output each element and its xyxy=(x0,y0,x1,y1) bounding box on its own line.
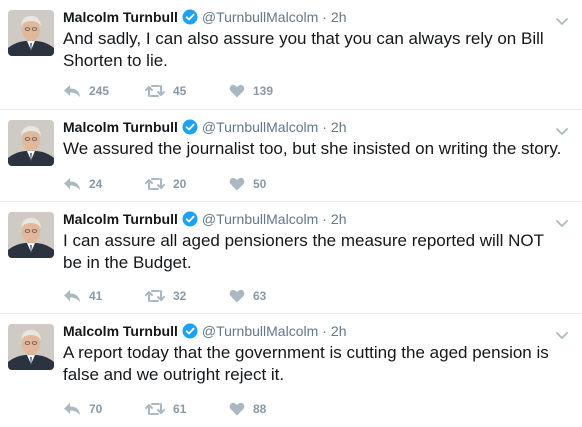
reply-icon xyxy=(63,402,81,416)
like-count: 139 xyxy=(253,84,274,98)
tweet-text: I can assure all aged pensioners the mea… xyxy=(63,231,544,272)
verified-badge-icon xyxy=(182,119,198,139)
like-count: 63 xyxy=(253,289,267,303)
heart-icon xyxy=(229,402,245,416)
avatar[interactable] xyxy=(8,10,54,56)
like-button[interactable]: 50 xyxy=(229,175,266,193)
like-button[interactable]: 139 xyxy=(229,82,273,100)
retweet-count: 32 xyxy=(173,289,187,303)
retweet-count: 45 xyxy=(173,84,187,98)
separator-dot: · xyxy=(322,119,327,135)
heart-icon xyxy=(229,177,245,191)
separator-dot: · xyxy=(322,211,327,227)
retweet-button[interactable]: 20 xyxy=(145,175,186,193)
tweet[interactable]: Malcolm Turnbull @TurnbullMalcolm · 2h We a… xyxy=(0,110,582,202)
tweet[interactable]: Malcolm Turnbull @TurnbullMalcolm · 2h I ca… xyxy=(0,202,582,314)
reply-count: 24 xyxy=(89,177,103,191)
heart-icon xyxy=(229,84,245,98)
heart-icon xyxy=(229,289,245,303)
tweet-header: Malcolm Turnbull @TurnbullMalcolm · 2h xyxy=(63,8,347,26)
reply-button[interactable]: 245 xyxy=(63,82,109,100)
reply-count: 245 xyxy=(89,84,110,98)
retweet-button[interactable]: 32 xyxy=(145,287,186,305)
reply-icon xyxy=(63,84,81,98)
like-count: 88 xyxy=(253,402,267,416)
retweet-icon xyxy=(145,402,165,416)
tweet[interactable]: Malcolm Turnbull @TurnbullMalcolm · 2h A re… xyxy=(0,314,582,427)
retweet-count: 20 xyxy=(173,177,187,191)
tweet-timeline: Malcolm Turnbull @TurnbullMalcolm · 2h And … xyxy=(0,0,582,427)
tweet-text: And sadly, I can also assure you that yo… xyxy=(63,29,544,70)
verified-badge-icon xyxy=(182,323,198,343)
author-name[interactable]: Malcolm Turnbull xyxy=(63,323,178,339)
reply-button[interactable]: 41 xyxy=(63,287,102,305)
retweet-icon xyxy=(145,289,165,303)
reply-button[interactable]: 70 xyxy=(63,400,102,418)
retweet-icon xyxy=(145,177,165,191)
verified-badge-icon xyxy=(182,211,198,231)
tweet-header: Malcolm Turnbull @TurnbullMalcolm · 2h xyxy=(63,210,347,228)
timestamp[interactable]: 2h xyxy=(331,323,347,339)
reply-count: 70 xyxy=(89,402,103,416)
tweet-text: We assured the journalist too, but she i… xyxy=(63,139,562,158)
author-handle[interactable]: @TurnbullMalcolm xyxy=(202,9,318,25)
tweet[interactable]: Malcolm Turnbull @TurnbullMalcolm · 2h And … xyxy=(0,0,582,110)
author-name[interactable]: Malcolm Turnbull xyxy=(63,211,178,227)
reply-icon xyxy=(63,289,81,303)
avatar[interactable] xyxy=(8,120,54,166)
timestamp[interactable]: 2h xyxy=(331,211,347,227)
like-count: 50 xyxy=(253,177,267,191)
separator-dot: · xyxy=(322,323,327,339)
reply-button[interactable]: 24 xyxy=(63,175,102,193)
retweet-button[interactable]: 61 xyxy=(145,400,186,418)
author-handle[interactable]: @TurnbullMalcolm xyxy=(202,211,318,227)
tweet-text: A report today that the government is cu… xyxy=(63,343,549,384)
author-handle[interactable]: @TurnbullMalcolm xyxy=(202,119,318,135)
tweet-header: Malcolm Turnbull @TurnbullMalcolm · 2h xyxy=(63,322,347,340)
avatar[interactable] xyxy=(8,324,54,370)
reply-icon xyxy=(63,177,81,191)
verified-badge-icon xyxy=(182,9,198,29)
avatar[interactable] xyxy=(8,212,54,258)
author-name[interactable]: Malcolm Turnbull xyxy=(63,119,178,135)
like-button[interactable]: 88 xyxy=(229,400,266,418)
author-handle[interactable]: @TurnbullMalcolm xyxy=(202,323,318,339)
like-button[interactable]: 63 xyxy=(229,287,266,305)
separator-dot: · xyxy=(322,9,327,25)
tweet-header: Malcolm Turnbull @TurnbullMalcolm · 2h xyxy=(63,118,347,136)
author-name[interactable]: Malcolm Turnbull xyxy=(63,9,178,25)
retweet-button[interactable]: 45 xyxy=(145,82,186,100)
retweet-count: 61 xyxy=(173,402,187,416)
timestamp[interactable]: 2h xyxy=(331,9,347,25)
reply-count: 41 xyxy=(89,289,103,303)
timestamp[interactable]: 2h xyxy=(331,119,347,135)
retweet-icon xyxy=(145,84,165,98)
